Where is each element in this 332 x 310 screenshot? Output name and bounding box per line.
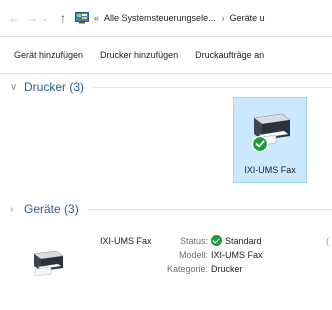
command-bar: Gerät hinzufügen Drucker hinzufügen Druc…	[0, 36, 332, 74]
status-value: Standard	[211, 235, 262, 246]
group-header-devices[interactable]: › Geräte (3)	[0, 201, 332, 217]
control-panel-icon	[75, 12, 89, 24]
model-value: IXI-UMS Fax	[211, 250, 263, 260]
printer-icon	[33, 250, 64, 277]
add-printer-button[interactable]: Drucker hinzufügen	[97, 46, 181, 64]
breadcrumb-devices-and-printers[interactable]: Geräte u	[230, 13, 265, 23]
up-arrow-icon[interactable]: ↑	[58, 11, 68, 25]
status-text: Standard	[225, 236, 262, 246]
see-print-jobs-button[interactable]: Druckaufträge an	[192, 46, 267, 64]
group-header-printers[interactable]: ∨ Drucker (3)	[0, 79, 332, 95]
category-label: Kategorie:	[166, 264, 208, 274]
device-name: IXI-UMS Fax	[100, 236, 152, 246]
details-pane: IXI-UMS Fax Status: Standard Modell: IXI…	[0, 230, 332, 290]
recent-locations-chevron-icon[interactable]: ⌄	[40, 14, 50, 23]
address-bar: ← → ⌄ ↑ « Alle Systemsteuerungsele... › …	[0, 0, 332, 36]
group-divider	[92, 86, 332, 88]
printer-tile-label: IXI-UMS Fax	[244, 165, 296, 175]
expand-chevron-icon[interactable]: ›	[10, 204, 22, 215]
printer-icon	[251, 113, 291, 153]
breadcrumb-all-control-panel-items[interactable]: Alle Systemsteuerungsele...	[104, 13, 216, 23]
collapse-chevron-icon[interactable]: ∨	[10, 82, 22, 93]
breadcrumb-overflow-icon[interactable]: «	[94, 13, 99, 23]
truncated-column-text: (	[326, 236, 329, 246]
group-title-devices: Geräte (3)	[24, 202, 79, 216]
group-title-printers: Drucker (3)	[24, 80, 85, 94]
add-device-button[interactable]: Gerät hinzufügen	[11, 46, 86, 64]
status-label: Status:	[179, 236, 208, 246]
checkmark-icon	[211, 235, 222, 246]
breadcrumb-separator-icon[interactable]: ›	[222, 13, 225, 23]
back-arrow-icon[interactable]: ←	[8, 11, 20, 25]
model-label: Modell:	[178, 250, 208, 260]
category-value: Drucker	[211, 264, 243, 274]
printer-tile-ixi-ums-fax[interactable]: IXI-UMS Fax	[233, 97, 307, 183]
group-divider	[86, 208, 332, 210]
forward-arrow-icon[interactable]: →	[26, 11, 38, 25]
